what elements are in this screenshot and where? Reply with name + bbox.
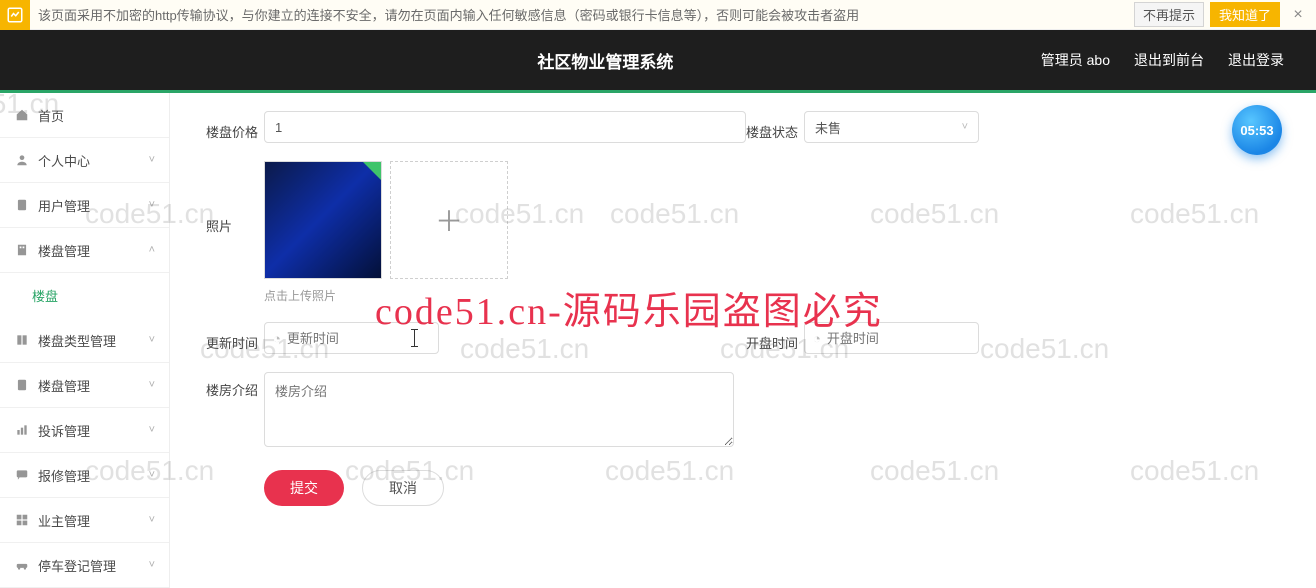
warning-icon [0, 0, 30, 30]
chevron-down-icon: ˅ [962, 121, 968, 133]
desc-textarea[interactable] [264, 372, 734, 447]
sidebar-item-label: 楼盘类型管理 [38, 331, 149, 350]
status-select[interactable]: 未售 ˅ [804, 111, 979, 143]
clock-icon: ◔ [813, 331, 821, 346]
sidebar-item-user-mgmt[interactable]: 用户管理 ˅ [0, 183, 169, 228]
sidebar-item-complaint-mgmt[interactable]: 投诉管理 ˅ [0, 408, 169, 453]
no-remind-button[interactable]: 不再提示 [1134, 2, 1204, 27]
sidebar-item-label: 业主管理 [38, 511, 149, 530]
photo-label: 照片 [206, 161, 264, 235]
sidebar-item-parking-mgmt[interactable]: 停车登记管理 ˅ [0, 543, 169, 588]
open-time-input[interactable] [827, 331, 970, 346]
chevron-down-icon: ˅ [149, 424, 155, 436]
warning-text: 该页面采用不加密的http传输协议，与你建立的连接不安全，请勿在页面内输入任何敏… [30, 5, 1128, 24]
chevron-down-icon: ˅ [149, 559, 155, 571]
photo-add-button[interactable]: ＋ [390, 161, 508, 279]
sidebar-item-label: 报修管理 [38, 466, 149, 485]
sidebar-item-label: 楼盘管理 [38, 376, 149, 395]
status-value: 未售 [815, 118, 841, 137]
price-label: 楼盘价格 [206, 114, 264, 141]
sidebar-item-label: 楼盘管理 [38, 241, 149, 260]
logout-link[interactable]: 退出登录 [1228, 50, 1284, 70]
sidebar-item-home[interactable]: 首页 [0, 93, 169, 138]
user-icon [14, 152, 30, 168]
status-label: 楼盘状态 [746, 114, 804, 141]
sidebar-item-owner-mgmt[interactable]: 业主管理 ˅ [0, 498, 169, 543]
sidebar-item-building-type-mgmt[interactable]: 楼盘类型管理 ˅ [0, 318, 169, 363]
open-time-label: 开盘时间 [746, 325, 804, 352]
chevron-up-icon: ˄ [149, 244, 155, 256]
chevron-down-icon: ˅ [149, 514, 155, 526]
price-input[interactable] [264, 111, 746, 143]
update-time-label: 更新时间 [206, 325, 264, 352]
sidebar-item-personal[interactable]: 个人中心 ˅ [0, 138, 169, 183]
clipboard-icon [14, 377, 30, 393]
exit-to-front-link[interactable]: 退出到前台 [1134, 50, 1204, 70]
chat-icon [14, 467, 30, 483]
main-content: 05:53 楼盘价格 楼盘状态 未售 ˅ 照片 ✓ ＋ [170, 93, 1316, 588]
text-caret [414, 329, 415, 347]
app-title: 社区物业管理系统 [170, 48, 1041, 73]
sidebar-item-label: 首页 [38, 106, 155, 125]
clipboard-icon [14, 197, 30, 213]
sidebar-subitem-building[interactable]: 楼盘 [0, 273, 169, 318]
open-time-input-wrapper[interactable]: ◔ [804, 322, 979, 354]
admin-label[interactable]: 管理员 abo [1041, 50, 1110, 70]
sidebar-item-label: 停车登记管理 [38, 556, 149, 575]
submit-button[interactable]: 提交 [264, 470, 344, 506]
grid-icon [14, 512, 30, 528]
sidebar-item-label: 个人中心 [38, 151, 149, 170]
photo-thumbnail[interactable]: ✓ [264, 161, 382, 279]
sidebar-item-repair-mgmt[interactable]: 报修管理 ˅ [0, 453, 169, 498]
bars-icon [14, 422, 30, 438]
sidebar-item-label: 投诉管理 [38, 421, 149, 440]
home-icon [14, 107, 30, 123]
chevron-down-icon: ˅ [149, 334, 155, 346]
security-warning-bar: 该页面采用不加密的http传输协议，与你建立的连接不安全，请勿在页面内输入任何敏… [0, 0, 1316, 30]
sidebar-item-label: 用户管理 [38, 196, 149, 215]
sidebar-item-building-mgmt2[interactable]: 楼盘管理 ˅ [0, 363, 169, 408]
cancel-button[interactable]: 取消 [362, 470, 444, 506]
car-icon [14, 557, 30, 573]
chevron-down-icon: ˅ [149, 379, 155, 391]
building-icon [14, 242, 30, 258]
sidebar-item-label: 楼盘 [32, 286, 155, 305]
photo-hint: 点击上传照片 [264, 287, 1286, 304]
update-time-input-wrapper[interactable]: ◔ [264, 322, 439, 354]
acknowledge-button[interactable]: 我知道了 [1210, 2, 1280, 27]
tags-icon [14, 332, 30, 348]
sidebar-item-building-mgmt[interactable]: 楼盘管理 ˄ [0, 228, 169, 273]
sidebar: 首页 个人中心 ˅ 用户管理 ˅ 楼盘管理 ˄ 楼盘 楼盘类型管理 ˅ 楼盘管理 [0, 93, 170, 588]
clock-icon: ◔ [273, 331, 281, 346]
chevron-down-icon: ˅ [149, 199, 155, 211]
chevron-down-icon: ˅ [149, 469, 155, 481]
desc-label: 楼房介绍 [206, 372, 264, 399]
app-header: 社区物业管理系统 管理员 abo 退出到前台 退出登录 [0, 30, 1316, 90]
chevron-down-icon: ˅ [149, 154, 155, 166]
update-time-input[interactable] [287, 331, 430, 346]
time-badge: 05:53 [1232, 105, 1282, 155]
close-icon[interactable]: × [1280, 6, 1316, 24]
